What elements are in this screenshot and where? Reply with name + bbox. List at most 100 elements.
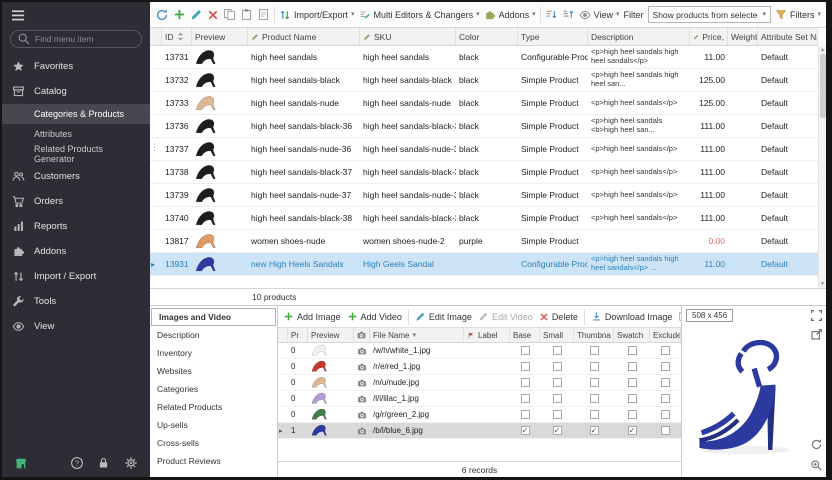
checkbox[interactable]: ✓: [553, 426, 562, 435]
sidebar-item-favorites[interactable]: Favorites: [2, 54, 150, 79]
search-input[interactable]: [35, 34, 135, 44]
zoom-icon[interactable]: [810, 459, 823, 472]
copy-button[interactable]: [223, 8, 236, 21]
panel-resize-handle[interactable]: ⋮: [150, 130, 155, 164]
tab-up-sells[interactable]: Up-sells: [150, 416, 277, 434]
image-size-field[interactable]: 508 x 456: [686, 309, 733, 322]
product-row[interactable]: 13731 high heel sandals high heel sandal…: [150, 46, 818, 69]
filters-button[interactable]: Filters▾: [775, 9, 821, 21]
tab-websites[interactable]: Websites: [150, 362, 277, 380]
edit-video-button[interactable]: Edit Video: [478, 311, 533, 322]
sidebar-item-attributes[interactable]: Attributes: [2, 124, 150, 144]
checkbox[interactable]: [590, 362, 599, 371]
checkbox[interactable]: ✓: [628, 426, 637, 435]
product-row[interactable]: 13738 high heel sandals-black-37 high he…: [150, 161, 818, 184]
edit-image-button[interactable]: Edit Image: [415, 311, 472, 322]
edit-product-button[interactable]: [190, 8, 203, 21]
image-row[interactable]: 0 /w/h/white_1.jpg: [278, 343, 681, 359]
add-image-button[interactable]: Add Image: [283, 311, 341, 322]
col-base[interactable]: Base: [510, 328, 540, 342]
col-swatch[interactable]: Swatch: [614, 328, 650, 342]
rotate-icon[interactable]: [810, 438, 823, 451]
checkbox[interactable]: [628, 394, 637, 403]
col-id[interactable]: ID: [162, 28, 192, 45]
checkbox[interactable]: [521, 394, 530, 403]
checkbox[interactable]: [661, 410, 670, 419]
sidebar-search[interactable]: [10, 30, 142, 48]
filter-select[interactable]: Show products from selected categories ▾: [648, 6, 771, 23]
checkbox[interactable]: [553, 362, 562, 371]
col-price[interactable]: Price,: [690, 28, 728, 45]
image-row[interactable]: 0 /n/u/nude.jpg: [278, 375, 681, 391]
checkbox[interactable]: [590, 378, 599, 387]
checkbox[interactable]: [661, 378, 670, 387]
checkbox[interactable]: ✓: [590, 426, 599, 435]
product-row[interactable]: 13733 high heel sandals-nude high heel s…: [150, 92, 818, 115]
product-row[interactable]: ▸ 13931 new High Heels Sandals High Geel…: [150, 253, 818, 276]
product-row[interactable]: 13737 high heel sandals-nude-36 high hee…: [150, 138, 818, 161]
checkbox[interactable]: [553, 394, 562, 403]
col-description[interactable]: Description: [588, 28, 690, 45]
tab-cross-sells[interactable]: Cross-sells: [150, 434, 277, 452]
sort-ascending-button[interactable]: [545, 8, 558, 21]
sidebar-item-related-products-generator[interactable]: Related Products Generator: [2, 144, 150, 164]
scroll-up-arrow[interactable]: ▲: [820, 46, 825, 54]
col-exclude[interactable]: Exclude: [650, 328, 681, 342]
tab-product-reviews[interactable]: Product Reviews: [150, 452, 277, 470]
view-button[interactable]: View▾: [579, 9, 620, 21]
checkbox[interactable]: [628, 378, 637, 387]
col-small[interactable]: Small: [540, 328, 574, 342]
sidebar-item-orders[interactable]: Orders: [2, 189, 150, 214]
add-product-button[interactable]: [173, 8, 186, 21]
tab-categories[interactable]: Categories: [150, 380, 277, 398]
scrollbar-thumb[interactable]: [820, 54, 826, 118]
sidebar-item-addons[interactable]: Addons: [2, 239, 150, 264]
checkbox[interactable]: [661, 394, 670, 403]
gear-icon[interactable]: [124, 456, 138, 470]
sidebar-item-tools[interactable]: Tools: [2, 289, 150, 314]
col-type[interactable]: Type: [518, 28, 588, 45]
image-row[interactable]: 0 /l/i/lilac_1.jpg: [278, 391, 681, 407]
col-attribute-set[interactable]: Attribute Set Name: [758, 28, 818, 45]
col-color[interactable]: Color: [456, 28, 518, 45]
col-label[interactable]: Label: [464, 328, 510, 342]
checkbox[interactable]: [628, 410, 637, 419]
sidebar-item-reports[interactable]: Reports: [2, 214, 150, 239]
help-icon[interactable]: ?: [70, 456, 84, 470]
checkbox[interactable]: [628, 362, 637, 371]
product-row[interactable]: 13736 high heel sandals-black-36 high he…: [150, 115, 818, 138]
sidebar-item-view[interactable]: View: [2, 314, 150, 339]
checkbox[interactable]: [521, 378, 530, 387]
image-row[interactable]: ▸ 1 /b/l/blue_6.jpg ✓ ✓ ✓ ✓: [278, 423, 681, 439]
col-thumbnail[interactable]: Thumbna: [574, 328, 614, 342]
store-icon[interactable]: [14, 456, 28, 470]
fullscreen-icon[interactable]: [810, 309, 823, 322]
tab-inventory[interactable]: Inventory: [150, 344, 277, 362]
checkbox[interactable]: [661, 346, 670, 355]
col-product-name[interactable]: Product Name: [248, 28, 360, 45]
product-row[interactable]: 13732 high heel sandals-black high heel …: [150, 69, 818, 92]
set-resize-rule-button[interactable]: Set Resize Rule: [678, 311, 681, 322]
checkbox[interactable]: [553, 378, 562, 387]
product-row[interactable]: 13817 women shoes-nude women shoes-nude-…: [150, 230, 818, 253]
image-row[interactable]: 0 /r/e/red_1.jpg: [278, 359, 681, 375]
scroll-down-arrow[interactable]: ▼: [820, 280, 825, 288]
add-video-button[interactable]: Add Video: [347, 311, 402, 322]
sidebar-item-categories-products[interactable]: Categories & Products: [2, 104, 150, 124]
col-sku[interactable]: SKU: [360, 28, 456, 45]
col-priority[interactable]: Pr: [288, 328, 308, 342]
checkbox[interactable]: ✓: [521, 426, 530, 435]
checkbox[interactable]: [628, 346, 637, 355]
delete-image-button[interactable]: Delete: [539, 312, 578, 322]
refresh-button[interactable]: [155, 8, 169, 22]
checkbox[interactable]: [590, 410, 599, 419]
hamburger-menu-button[interactable]: [2, 2, 150, 28]
col-preview[interactable]: Preview: [308, 328, 354, 342]
download-image-button[interactable]: Download Image: [591, 311, 673, 322]
sidebar-item-catalog[interactable]: Catalog: [2, 79, 150, 104]
product-row[interactable]: 13740 high heel sandals-black-38 high he…: [150, 207, 818, 230]
duplicate-button[interactable]: [257, 8, 270, 21]
paste-button[interactable]: [240, 8, 253, 21]
col-weight[interactable]: Weight: [728, 28, 758, 45]
tab-description[interactable]: Description: [150, 326, 277, 344]
